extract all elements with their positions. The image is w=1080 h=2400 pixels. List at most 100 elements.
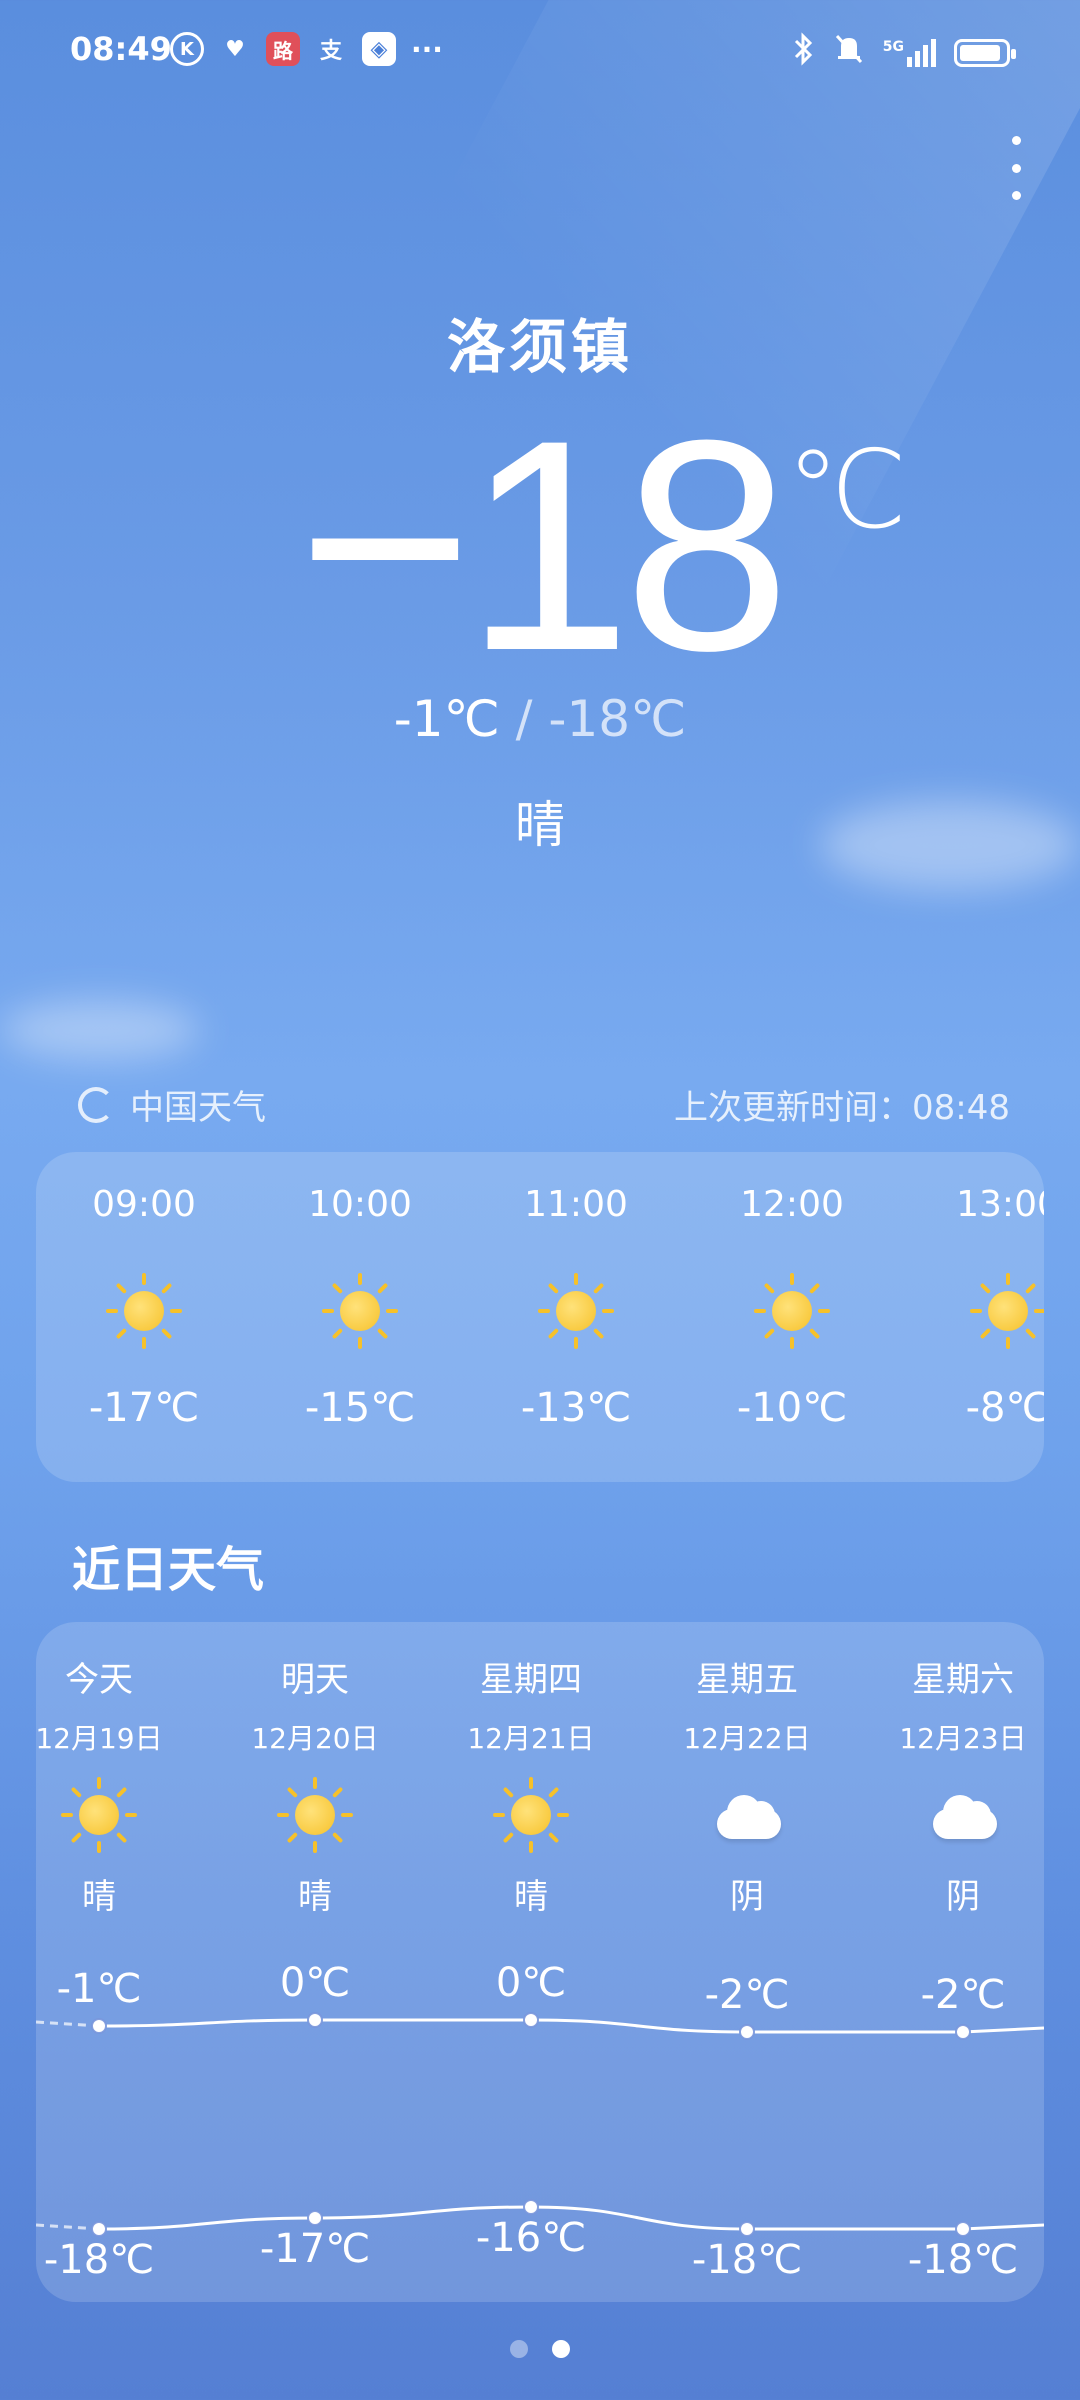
day-name: 今天 <box>65 1660 133 1700</box>
high-temperature-point <box>955 2024 971 2040</box>
hourly-item: 10:00 -15℃ <box>270 1152 450 1431</box>
day-date: 12月19日 <box>36 1722 163 1755</box>
last-update-time: 上次更新时间：08:48 <box>674 1088 1010 1128</box>
battery-icon <box>954 38 1016 67</box>
provider[interactable]: 中国天气 <box>78 1080 266 1129</box>
system-icons: 5G <box>793 32 1016 73</box>
current-condition: 晴 <box>515 796 565 854</box>
more-notifications-icon: ··· <box>411 32 443 66</box>
heart-icon: ♥ <box>225 36 245 62</box>
sun-icon <box>968 1271 1044 1351</box>
sun-icon <box>752 1271 832 1351</box>
sun-icon <box>275 1775 355 1855</box>
range-separator: / <box>499 690 549 748</box>
hourly-forecast-card[interactable]: 09:00 -17℃ 10:00 -15℃ 11:00 -13℃ 12:00 -10℃ 13:0… <box>36 1152 1044 1482</box>
provider-name: 中国天气 <box>130 1088 266 1128</box>
high-temperature-point <box>91 2018 107 2034</box>
compass-app-icon: ◈ <box>362 32 396 66</box>
signal-icon: 5G <box>882 38 936 67</box>
high-temperature-label: -2℃ <box>704 1972 790 2018</box>
low-temperature-label: -16℃ <box>475 2215 587 2261</box>
sun-icon <box>320 1271 400 1351</box>
daily-item[interactable]: 星期四 12月21日晴 <box>441 1622 621 1918</box>
mute-bell-icon <box>833 32 865 73</box>
high-temperature-previous-dash <box>36 2020 100 2028</box>
day-condition: 阴 <box>946 1877 980 1917</box>
day-name: 星期五 <box>696 1660 798 1700</box>
day-condition: 晴 <box>514 1877 548 1917</box>
page-dot[interactable] <box>552 2340 570 2358</box>
low-temperature-point <box>523 2199 539 2215</box>
hourly-item: 11:00 -13℃ <box>486 1152 666 1431</box>
high-temperature-point <box>307 2012 323 2028</box>
day-name: 星期四 <box>480 1660 582 1700</box>
today-low: -18℃ <box>548 690 687 748</box>
route-app-icon: 路 <box>266 32 300 66</box>
today-temperature-range: -1℃ / -18℃ <box>0 690 1080 748</box>
k-app-icon: K <box>170 32 204 66</box>
low-temperature-label: -17℃ <box>259 2226 371 2272</box>
notification-icons: K ♥ 路 支 ◈ ··· <box>170 32 444 66</box>
city-name: 洛须镇 <box>446 313 633 381</box>
page-dot[interactable] <box>510 2340 528 2358</box>
hourly-item: 12:00 -10℃ <box>702 1152 882 1431</box>
day-date: 12月21日 <box>467 1722 595 1755</box>
low-temperature-point <box>307 2210 323 2226</box>
low-temperature-point <box>955 2221 971 2237</box>
high-temperature-label: 0℃ <box>279 1960 351 2006</box>
low-temperature-label: -18℃ <box>691 2237 803 2283</box>
high-temperature-point <box>523 2012 539 2028</box>
day-date: 12月23日 <box>899 1722 1027 1755</box>
high-temperature-label: -1℃ <box>56 1966 142 2012</box>
hourly-temperature: -10℃ <box>736 1385 848 1431</box>
sun-icon <box>59 1775 139 1855</box>
cloud-icon <box>923 1775 1003 1855</box>
hourly-temperature: -8℃ <box>965 1385 1044 1431</box>
status-time: 08:49 <box>70 30 172 68</box>
data-source-row: 中国天气 上次更新时间：08:48 <box>78 1080 1010 1129</box>
hourly-time: 09:00 <box>92 1184 196 1225</box>
hourly-time: 11:00 <box>524 1184 628 1225</box>
more-options-button[interactable] <box>996 128 1036 208</box>
sun-icon <box>104 1271 184 1351</box>
daily-item[interactable]: 星期六 12月23日阴 <box>873 1622 1044 1918</box>
network-type-label: 5G <box>882 38 904 55</box>
hourly-temperature: -17℃ <box>88 1385 200 1431</box>
sun-icon <box>536 1271 616 1351</box>
day-date: 12月20日 <box>251 1722 379 1755</box>
recent-weather-title: 近日天气 <box>72 1542 265 1598</box>
high-temperature-label: -2℃ <box>920 1972 1006 2018</box>
page-indicator <box>0 2340 1080 2358</box>
low-temperature-point <box>739 2221 755 2237</box>
alipay-icon: 支 <box>319 39 342 64</box>
cloud-icon <box>707 1775 787 1855</box>
low-temperature-label: -18℃ <box>43 2237 155 2283</box>
high-temperature-label: 0℃ <box>495 1960 567 2006</box>
day-condition: 晴 <box>82 1877 116 1917</box>
hourly-item: 09:00 -17℃ <box>54 1152 234 1431</box>
hourly-time: 13:00 <box>956 1184 1044 1225</box>
high-temperature-line <box>98 2018 1044 2034</box>
hourly-temperature: -15℃ <box>304 1385 416 1431</box>
day-name: 星期六 <box>912 1660 1014 1700</box>
day-condition: 晴 <box>298 1877 332 1917</box>
bluetooth-icon <box>793 32 815 73</box>
daily-item[interactable]: 明天 12月20日晴 <box>225 1622 405 1918</box>
low-temperature-previous-dash <box>36 2223 100 2231</box>
hourly-temperature: -13℃ <box>520 1385 632 1431</box>
background-cloud <box>0 1000 200 1060</box>
current-temperature: −18 <box>0 395 1080 695</box>
low-temperature-point <box>91 2221 107 2237</box>
high-temperature-point <box>739 2024 755 2040</box>
hourly-time: 12:00 <box>740 1184 844 1225</box>
temperature-unit: ℃ <box>786 428 908 553</box>
hourly-time: 10:00 <box>308 1184 412 1225</box>
low-temperature-label: -18℃ <box>907 2237 1019 2283</box>
daily-item[interactable]: 星期五 12月22日阴 <box>657 1622 837 1918</box>
current-temperature-value: −18 <box>297 377 791 713</box>
hourly-item: 13:00 -8℃ <box>918 1152 1044 1431</box>
daily-item[interactable]: 今天 12月19日晴 <box>36 1622 189 1918</box>
daily-forecast-card[interactable]: 今天 12月19日晴明天 12月20日晴星期四 12月21日晴星期五 12月22日阴星期… <box>36 1622 1044 2302</box>
today-high: -1℃ <box>393 690 500 748</box>
day-date: 12月22日 <box>683 1722 811 1755</box>
